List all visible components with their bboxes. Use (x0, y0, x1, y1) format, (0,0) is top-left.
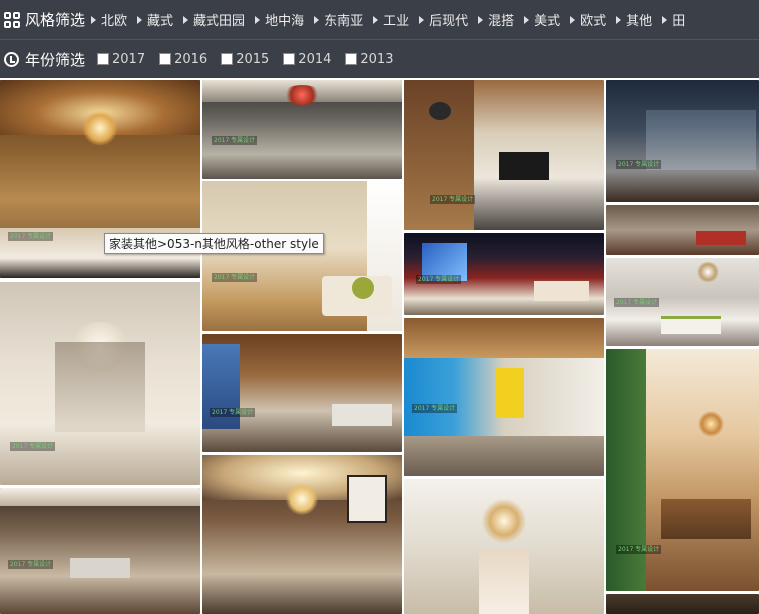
gallery-thumbnail[interactable] (404, 479, 604, 614)
triangle-right-icon (616, 15, 622, 24)
year-filter-bar: 年份筛选 2017 2016 2015 2014 2013 (0, 40, 759, 78)
style-item-label: 藏式 (147, 14, 174, 29)
style-item-label: 工业 (383, 14, 410, 29)
gallery-thumbnail[interactable]: 2017 专属设计 (404, 318, 604, 476)
year-filter-title: 年份筛选 (4, 49, 85, 70)
gallery-thumbnail[interactable] (606, 594, 759, 614)
style-item-label: 北欧 (101, 14, 128, 29)
style-item-label: 后现代 (429, 14, 469, 29)
watermark: 2017 专属设计 (430, 195, 476, 204)
style-item-label: 欧式 (580, 14, 607, 29)
year-filter-label: 年份筛选 (25, 50, 86, 69)
gallery-thumbnail[interactable] (202, 455, 402, 614)
watermark: 2017 专属设计 (614, 298, 660, 307)
gallery-thumbnail[interactable]: 2017 专属设计 (606, 258, 759, 346)
image-tooltip: 家装其他>053-n其他风格-other style (104, 233, 324, 254)
gallery-thumbnail[interactable]: 2017 专属设计 (202, 181, 402, 331)
style-item-label: 混搭 (488, 14, 515, 29)
watermark: 2017 专属设计 (616, 545, 662, 554)
triangle-right-icon (662, 15, 668, 24)
watermark: 2017 专属设计 (10, 442, 56, 451)
style-item-qita[interactable]: 其他 (616, 10, 652, 29)
year-checkbox[interactable] (97, 53, 110, 65)
style-filter-title: 风格筛选 (4, 9, 85, 30)
gallery-thumbnail[interactable]: 2017 专属设计 (606, 80, 759, 202)
triangle-right-icon (137, 15, 143, 24)
year-checkbox[interactable] (283, 53, 296, 65)
watermark: 2017 专属设计 (412, 404, 458, 413)
style-item-houxiandai[interactable]: 后现代 (419, 10, 468, 29)
watermark: 2017 专属设计 (8, 232, 54, 241)
gallery-thumbnail[interactable]: 2017 专属设计 (0, 488, 200, 614)
year-label: 2016 (174, 51, 208, 67)
year-option-2013[interactable]: 2013 (345, 52, 393, 67)
year-option-2017[interactable]: 2017 (97, 52, 145, 67)
clock-icon (4, 51, 19, 67)
year-checkbox[interactable] (345, 53, 358, 65)
style-item-meishi[interactable]: 美式 (524, 10, 560, 29)
style-item-label: 东南亚 (324, 14, 364, 29)
triangle-right-icon (255, 15, 261, 24)
grid-icon (4, 11, 20, 28)
gallery-thumbnail[interactable]: 2017 专属设计 (202, 334, 402, 452)
triangle-right-icon (91, 15, 97, 24)
year-label: 2014 (298, 51, 332, 67)
style-filter-label: 风格筛选 (25, 11, 86, 29)
style-item-tianyuan[interactable]: 田 (662, 10, 685, 29)
style-item-hunda[interactable]: 混搭 (478, 10, 514, 29)
watermark: 2017 专属设计 (210, 408, 256, 417)
triangle-right-icon (419, 15, 425, 24)
style-item-dizhonghai[interactable]: 地中海 (255, 10, 304, 29)
gallery-thumbnail[interactable]: 2017 专属设计 (404, 233, 604, 315)
style-item-beiou[interactable]: 北欧 (91, 10, 127, 29)
gallery-thumbnail[interactable]: 2017 专属设计 (0, 282, 200, 485)
triangle-right-icon (524, 15, 530, 24)
style-item-label: 田 (672, 14, 686, 29)
triangle-right-icon (570, 15, 576, 24)
watermark: 2017 专属设计 (212, 273, 258, 282)
year-label: 2017 (112, 51, 146, 67)
style-item-zangshi-tianyuan[interactable]: 藏式田园 (183, 10, 245, 29)
style-item-label: 美式 (534, 14, 561, 29)
year-label: 2015 (236, 51, 270, 67)
year-option-2016[interactable]: 2016 (159, 52, 207, 67)
triangle-right-icon (478, 15, 484, 24)
triangle-right-icon (314, 15, 320, 24)
year-option-2014[interactable]: 2014 (283, 52, 331, 67)
year-label: 2013 (360, 51, 394, 67)
style-item-label: 地中海 (265, 14, 305, 29)
watermark: 2017 专属设计 (212, 136, 258, 145)
gallery-thumbnail[interactable]: 2017 专属设计 (404, 80, 604, 230)
style-item-oushi[interactable]: 欧式 (570, 10, 606, 29)
style-item-dongnanya[interactable]: 东南亚 (314, 10, 363, 29)
style-item-label: 藏式田园 (193, 14, 246, 29)
gallery-thumbnail[interactable] (606, 205, 759, 255)
gallery-thumbnail[interactable]: 2017 专属设计 (202, 80, 402, 179)
watermark: 2017 专属设计 (8, 560, 54, 569)
year-checkbox[interactable] (159, 53, 172, 65)
gallery-thumbnail[interactable]: 2017 专属设计 (606, 349, 759, 591)
style-item-label: 其他 (626, 14, 653, 29)
watermark: 2017 专属设计 (616, 160, 662, 169)
style-filter-bar: 风格筛选 北欧 藏式 藏式田园 地中海 东南亚 工业 后现代 混搭 美式 欧式 … (0, 0, 759, 40)
style-item-gongye[interactable]: 工业 (373, 10, 409, 29)
style-item-zangshi[interactable]: 藏式 (137, 10, 173, 29)
year-checkbox[interactable] (221, 53, 234, 65)
watermark: 2017 专属设计 (416, 275, 462, 284)
year-option-2015[interactable]: 2015 (221, 52, 269, 67)
triangle-right-icon (373, 15, 379, 24)
triangle-right-icon (183, 15, 189, 24)
